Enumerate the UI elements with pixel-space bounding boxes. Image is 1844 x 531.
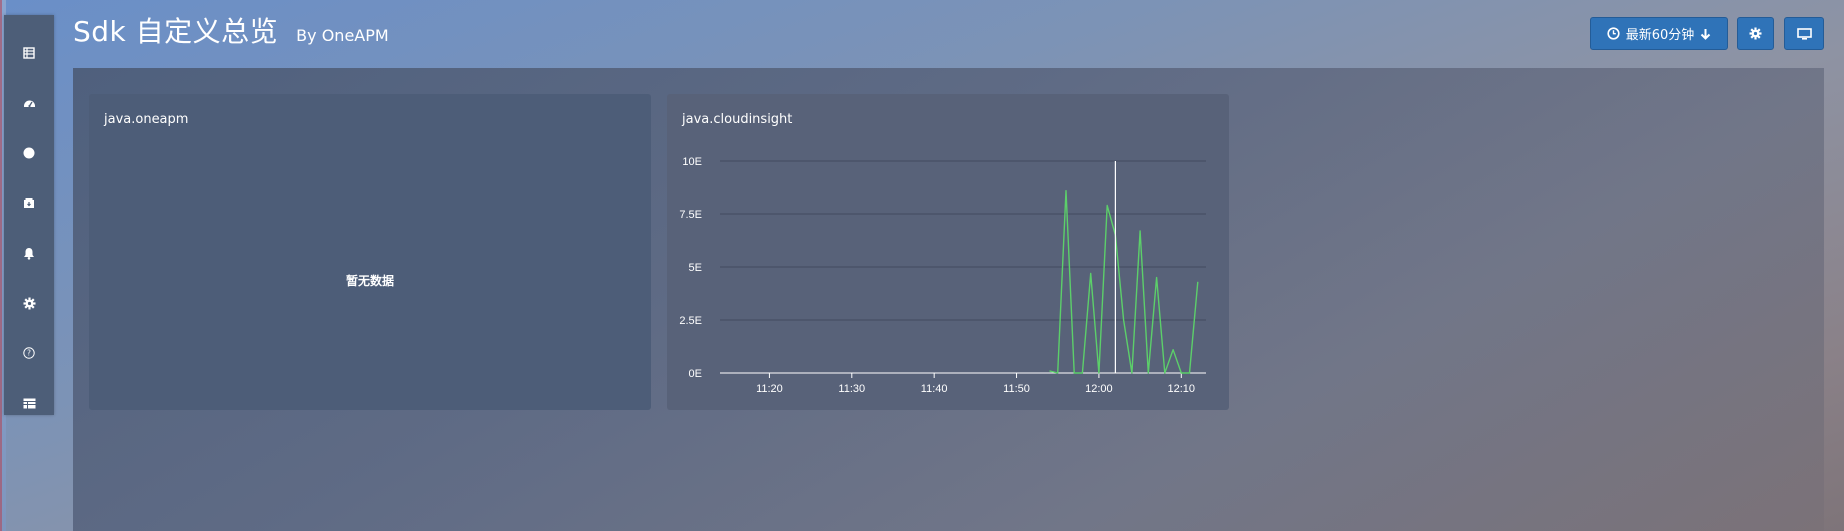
arrow-down-icon	[1701, 28, 1711, 40]
sidebar-item-archive[interactable]	[4, 183, 54, 223]
time-range-button[interactable]: 最新60分钟	[1590, 17, 1728, 50]
empty-state-text: 暂无数据	[345, 274, 394, 288]
dashboard-gauge-icon	[23, 100, 35, 108]
help-icon: ?	[23, 347, 35, 359]
left-edge-border	[0, 0, 2, 531]
fullscreen-monitor-button[interactable]	[1784, 17, 1824, 50]
page-subtitle: By OneAPM	[296, 26, 389, 45]
gear-icon	[23, 297, 35, 309]
clock-icon	[1607, 27, 1620, 40]
sidebar-item-dashboard[interactable]	[4, 83, 54, 123]
x-tick-label: 12:10	[1168, 383, 1196, 395]
dashboard-area: java.oneapm 暂无数据 java.cloudinsight 0E 2.5…	[73, 68, 1824, 531]
x-tick-label: 12:00	[1085, 383, 1113, 395]
settings-button[interactable]	[1737, 17, 1774, 50]
y-tick-label: 2.5E	[679, 315, 702, 327]
sidebar-item-list[interactable]	[4, 33, 54, 73]
y-tick-label: 10E	[682, 156, 702, 168]
x-tick-label: 11:40	[921, 383, 948, 395]
sidebar-item-settings[interactable]	[4, 283, 54, 323]
page-title: Sdk 自定义总览	[73, 15, 279, 48]
line-chart[interactable]: 0E 2.5E 5E 7.5E 10E 11:20 11:30 11:40 11:50 12:00…	[667, 94, 1229, 410]
x-tick-label: 11:30	[838, 383, 865, 395]
table-icon	[23, 398, 35, 408]
circle-icon	[23, 147, 35, 159]
page-header: Sdk 自定义总览 By OneAPM	[73, 10, 389, 50]
panel-title: java.oneapm	[104, 112, 189, 127]
panel-java-oneapm: java.oneapm 暂无数据	[89, 94, 651, 410]
sidebar-item-circle[interactable]	[4, 133, 54, 173]
panel-java-cloudinsight: java.cloudinsight 0E 2.5E 5E 7.5E 10E 11:20 11…	[667, 94, 1229, 410]
list-icon	[23, 47, 35, 59]
y-tick-label: 0E	[689, 368, 702, 380]
sidebar-item-alerts[interactable]	[4, 233, 54, 273]
archive-box-icon	[24, 198, 34, 208]
x-tick-label: 11:50	[1003, 383, 1030, 395]
time-range-label: 最新60分钟	[1625, 28, 1695, 43]
x-tick-label: 11:20	[756, 383, 783, 395]
sidebar-item-table[interactable]	[4, 383, 54, 423]
series-line	[1049, 189, 1199, 374]
y-tick-label: 5E	[689, 262, 702, 274]
sidebar: ?	[4, 15, 54, 415]
bell-icon	[24, 247, 34, 260]
y-tick-label: 7.5E	[679, 209, 702, 221]
sidebar-item-help[interactable]: ?	[4, 333, 54, 373]
gear-icon	[1749, 27, 1762, 40]
svg-text:?: ?	[27, 349, 31, 358]
monitor-icon	[1796, 27, 1812, 40]
